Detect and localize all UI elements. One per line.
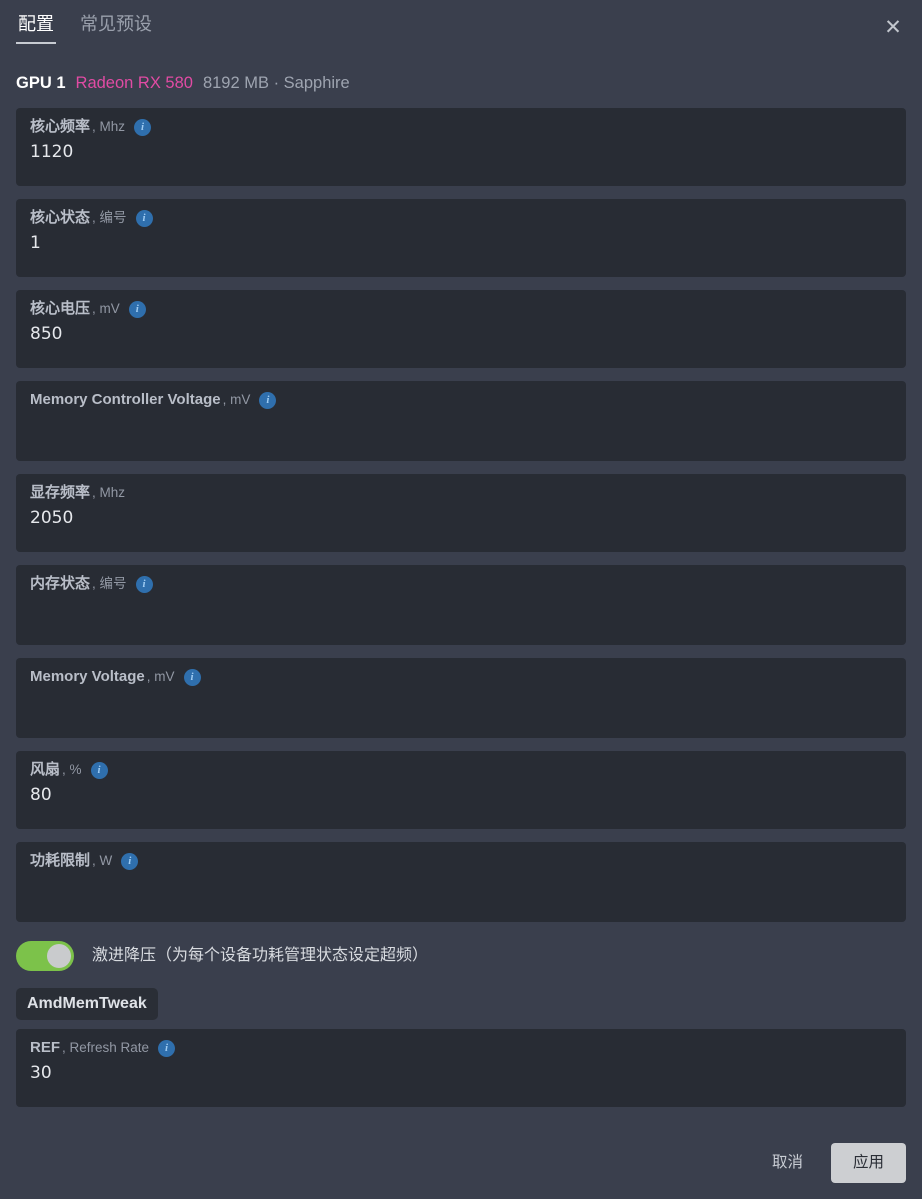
field-value[interactable] xyxy=(30,873,892,899)
field-label-unit: , mV xyxy=(92,301,120,316)
field-label-unit: , % xyxy=(62,762,82,777)
field-list: 核心频率, Mhz i 1120 核心状态, 编号 i 1 核心电压, mV i 850 Memo… xyxy=(0,94,922,922)
field-label-unit: , 编号 xyxy=(92,576,127,591)
field-value[interactable]: 30 xyxy=(30,1060,892,1086)
info-icon[interactable]: i xyxy=(135,575,153,593)
field-label-unit: , mV xyxy=(146,669,175,684)
field-value[interactable]: 2050 xyxy=(30,505,892,531)
field-value[interactable]: 850 xyxy=(30,321,892,347)
field-label-unit: , Refresh Rate xyxy=(62,1040,150,1055)
field-row[interactable]: 风扇, % i 80 xyxy=(16,751,906,829)
field-label-unit: , Mhz xyxy=(92,119,126,134)
info-icon[interactable]: i xyxy=(128,300,146,318)
field-value[interactable] xyxy=(30,689,892,715)
info-icon[interactable]: i xyxy=(135,209,153,227)
info-icon[interactable]: i xyxy=(134,118,152,136)
field-label-name: 功耗限制 xyxy=(30,852,91,869)
gpu-config-dialog: 配置 常见预设 ✕ GPU 1 Radeon RX 580 8192 MB · Sa… xyxy=(0,0,922,1199)
aggressive-undervolt-toggle[interactable] xyxy=(16,941,74,971)
field-label: 内存状态, 编号 i xyxy=(30,574,892,594)
field-value[interactable]: 80 xyxy=(30,782,892,808)
info-icon[interactable]: i xyxy=(90,761,108,779)
field-row[interactable]: 显存频率, Mhz 2050 xyxy=(16,474,906,552)
field-label-name: 核心频率 xyxy=(30,118,91,135)
field-row[interactable]: REF, Refresh Rate i 30 xyxy=(16,1029,906,1107)
amdmemtweak-field-list: REF, Refresh Rate i 30 xyxy=(0,1020,922,1107)
dialog-footer: 取消 应用 xyxy=(0,1143,922,1199)
field-label-unit: , 编号 xyxy=(92,210,127,225)
field-value[interactable] xyxy=(30,412,892,438)
field-label-name: 显存频率 xyxy=(30,484,91,501)
tab-bar: 配置 常见预设 ✕ xyxy=(0,0,922,56)
field-label-unit: , Mhz xyxy=(92,485,126,500)
field-row[interactable]: Memory Controller Voltage, mV i xyxy=(16,381,906,461)
field-label-name: Memory Voltage xyxy=(30,668,145,685)
field-label-name: Memory Controller Voltage xyxy=(30,391,221,408)
field-label-name: 核心状态 xyxy=(30,209,91,226)
field-label: 核心电压, mV i xyxy=(30,299,892,319)
tab-presets[interactable]: 常见预设 xyxy=(78,0,154,35)
aggressive-undervolt-row: 激进降压（为每个设备功耗管理状态设定超频） xyxy=(0,922,922,971)
field-label: REF, Refresh Rate i xyxy=(30,1038,892,1058)
field-label-name: REF xyxy=(30,1039,60,1056)
field-row[interactable]: 核心状态, 编号 i 1 xyxy=(16,199,906,277)
apply-button[interactable]: 应用 xyxy=(830,1143,906,1183)
close-icon[interactable]: ✕ xyxy=(876,10,910,44)
tab-presets-label: 常见预设 xyxy=(80,14,152,34)
field-row[interactable]: 功耗限制, W i xyxy=(16,842,906,922)
cancel-button[interactable]: 取消 xyxy=(768,1145,807,1181)
field-row[interactable]: 核心频率, Mhz i 1120 xyxy=(16,108,906,186)
field-label: 核心状态, 编号 i xyxy=(30,208,892,228)
tab-config-label: 配置 xyxy=(18,14,54,34)
gpu-header: GPU 1 Radeon RX 580 8192 MB · Sapphire xyxy=(0,56,922,94)
gpu-model: Radeon RX 580 xyxy=(75,74,193,92)
field-label-name: 核心电压 xyxy=(30,300,91,317)
info-icon[interactable]: i xyxy=(183,668,201,686)
field-value[interactable] xyxy=(30,596,892,622)
field-label: 核心频率, Mhz i xyxy=(30,117,892,137)
gpu-meta: 8192 MB · Sapphire xyxy=(202,74,350,92)
gpu-index: GPU 1 xyxy=(16,74,66,92)
toggle-knob xyxy=(47,944,71,968)
field-value[interactable]: 1120 xyxy=(30,139,892,165)
field-row[interactable]: 内存状态, 编号 i xyxy=(16,565,906,645)
amdmemtweak-badge: AmdMemTweak xyxy=(16,988,158,1020)
tab-config[interactable]: 配置 xyxy=(16,0,56,44)
aggressive-undervolt-label: 激进降压（为每个设备功耗管理状态设定超频） xyxy=(92,947,429,964)
field-value[interactable]: 1 xyxy=(30,230,892,256)
field-label-name: 风扇 xyxy=(30,761,61,778)
amdmemtweak-section-header: AmdMemTweak xyxy=(0,971,922,1020)
field-row[interactable]: Memory Voltage, mV i xyxy=(16,658,906,738)
field-label: 功耗限制, W i xyxy=(30,851,892,871)
info-icon[interactable]: i xyxy=(259,391,277,409)
field-label-unit: , mV xyxy=(222,392,251,407)
field-label-name: 内存状态 xyxy=(30,575,91,592)
field-label: Memory Controller Voltage, mV i xyxy=(30,390,892,410)
field-label-unit: , W xyxy=(92,853,113,868)
info-icon[interactable]: i xyxy=(158,1039,176,1057)
info-icon[interactable]: i xyxy=(121,852,139,870)
field-label: Memory Voltage, mV i xyxy=(30,667,892,687)
field-row[interactable]: 核心电压, mV i 850 xyxy=(16,290,906,368)
field-label: 显存频率, Mhz xyxy=(30,483,892,503)
field-label: 风扇, % i xyxy=(30,760,892,780)
